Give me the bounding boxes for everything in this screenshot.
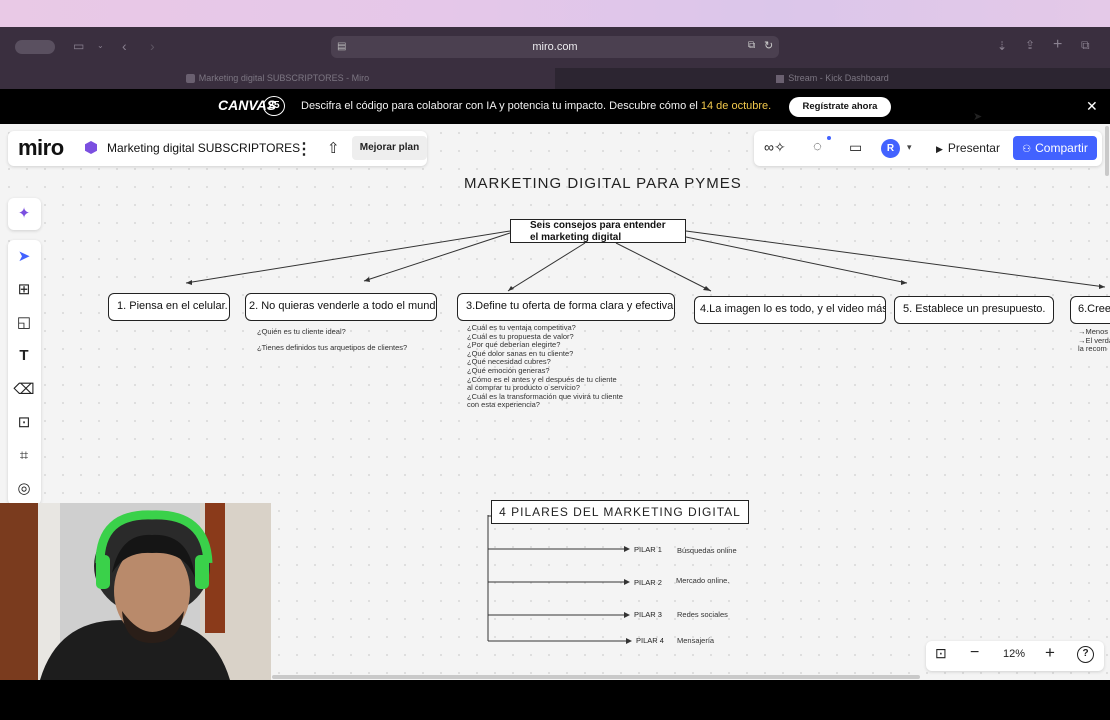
select-cursor-icon[interactable]: ➤ (13, 246, 35, 268)
mindmap-node-1[interactable]: 1. Piensa en el celular. (108, 293, 230, 321)
text-tool-icon[interactable]: T (13, 345, 35, 367)
banner-message: Descifra el código para colaborar con IA… (301, 100, 701, 112)
play-icon: ▶ (936, 144, 943, 154)
screen: ▭ ⌄ ‹ › ▤ miro.com ⧉ ↻ ⇣ ⇪ + ⧉ Marketing… (0, 0, 1110, 720)
tab-label: Marketing digital SUBSCRIPTORES - Miro (198, 73, 370, 83)
users-icon: ⚇ (1022, 144, 1032, 155)
miro-favicon-icon (185, 74, 195, 84)
mindmap-node-3[interactable]: 3.Define tu oferta de forma clara y efec… (457, 293, 675, 321)
canvas-badge: 25 (263, 96, 285, 116)
mindmap-node-6[interactable]: 6.Cree (1070, 296, 1110, 324)
pilar-2-label[interactable]: PILAR 2 (634, 578, 662, 587)
mindmap-node-5[interactable]: 5. Establece un presupuesto. (894, 296, 1054, 324)
url-text: miro.com (532, 41, 578, 53)
node6-notes[interactable]: →Menos →El verda la recom (1078, 328, 1110, 354)
mindmap-node-2[interactable]: 2. No quieras venderle a todo el mundo. (245, 293, 437, 321)
note: la recom (1078, 344, 1107, 354)
node3-questions[interactable]: ¿Cuál es tu ventaja competitiva? ¿Cuál e… (467, 323, 623, 410)
export-icon[interactable]: ⇧ (327, 139, 340, 157)
pilar-1-desc[interactable]: Búsquedas online (677, 546, 737, 555)
pilar-4-desc[interactable]: Mensajería (677, 636, 714, 645)
apps-icon[interactable]: ◎ (13, 478, 35, 500)
reload-icon[interactable]: ↻ (764, 39, 773, 52)
banner-text: Descifra el código para colaborar con IA… (301, 100, 771, 112)
fit-to-screen-icon[interactable]: ⊡ (935, 645, 947, 662)
present-button[interactable]: ▶ Presentar (928, 136, 1008, 160)
tab-overview-icon[interactable]: ⧉ (748, 40, 755, 51)
board-name[interactable]: Marketing digital SUBSCRIPTORES (107, 141, 300, 155)
tabs-icon[interactable]: ⧉ (1081, 38, 1090, 53)
mindmap-root-node[interactable]: Seis consejos para entender el marketing… (510, 219, 686, 243)
tab-bar: Marketing digital SUBSCRIPTORES - Miro S… (0, 68, 1110, 89)
notification-dot (827, 136, 831, 140)
new-tab-icon[interactable]: + (1053, 36, 1062, 54)
video-call-icon[interactable]: ▭ (849, 139, 862, 156)
user-avatar[interactable]: R (881, 139, 900, 158)
sticky-note-icon[interactable]: ◱ (13, 312, 35, 334)
sidebar-icon[interactable]: ▭ (73, 39, 84, 53)
zoom-out-icon[interactable]: − (970, 644, 979, 662)
mindmap-node-4[interactable]: 4.La imagen lo es todo, y el video más. (694, 296, 886, 324)
pillars-title[interactable]: 4 PILARES DEL MARKETING DIGITAL (491, 500, 749, 524)
node2-question-2[interactable]: ¿Tienes definidos tus arquetipos de clie… (257, 343, 407, 353)
templates-icon[interactable]: ⊞ (13, 279, 35, 301)
webcam-overlay (0, 503, 271, 680)
miro-logo[interactable]: miro (18, 135, 64, 161)
share-label: Compartir (1035, 141, 1088, 155)
zoom-level[interactable]: 12% (1003, 648, 1025, 660)
kick-favicon-icon (776, 74, 785, 83)
address-bar[interactable]: ▤ miro.com ⧉ ↻ (331, 36, 779, 58)
horizontal-scrollbar[interactable] (272, 675, 920, 679)
present-label: Presentar (947, 141, 1000, 155)
banner-date: 14 de octubre. (700, 100, 772, 112)
download-icon[interactable]: ⇣ (997, 39, 1007, 53)
chat-icon[interactable]: ◌ (813, 138, 822, 155)
back-icon[interactable]: ‹ (122, 38, 127, 54)
chevron-down-icon[interactable]: ⌄ (97, 41, 104, 50)
shapes-icon[interactable]: ⊡ (13, 412, 35, 434)
question: con esta experiencia? (467, 400, 540, 410)
root-line-1: Seis consejos para entender (530, 220, 666, 231)
tab-label: Stream - Kick Dashboard (788, 73, 889, 83)
window-controls[interactable] (15, 40, 55, 54)
screen-bottom (0, 680, 1110, 720)
eraser-icon[interactable]: ⌫ (13, 379, 35, 401)
vertical-scrollbar[interactable] (1105, 126, 1109, 176)
mouse-cursor-icon: ➤ (973, 111, 983, 123)
help-icon[interactable]: ? (1077, 646, 1094, 663)
pilar-3-desc[interactable]: Redes sociales (677, 610, 728, 619)
pilar-1-label[interactable]: PILAR 1 (634, 545, 662, 554)
zoom-in-icon[interactable]: + (1045, 643, 1055, 663)
ai-sparkle-icon[interactable]: ✦ (13, 203, 35, 225)
webcam-feed (0, 503, 271, 680)
tab-kick[interactable]: Stream - Kick Dashboard (555, 68, 1110, 89)
forward-icon[interactable]: › (150, 38, 155, 54)
register-button[interactable]: Regístrate ahora (789, 97, 891, 117)
root-line-2: el marketing digital (530, 232, 622, 243)
pilar-2-desc[interactable]: Mercado online. (676, 576, 729, 585)
frame-icon[interactable]: ⌗ (13, 445, 35, 467)
banner-close-icon[interactable]: ✕ (1086, 98, 1098, 115)
chevron-down-icon[interactable]: ▾ (907, 142, 912, 153)
share-icon[interactable]: ⇪ (1025, 38, 1035, 52)
board-title[interactable]: MARKETING DIGITAL PARA PYMES (464, 175, 742, 192)
reactions-icon[interactable]: ∞✧ (764, 139, 786, 156)
pilar-4-label[interactable]: PILAR 4 (636, 636, 664, 645)
node2-question-1[interactable]: ¿Quién es tu cliente ideal? (257, 327, 346, 337)
upgrade-plan-button[interactable]: Mejorar plan (352, 136, 427, 160)
mac-menubar (0, 0, 1110, 27)
pilar-3-label[interactable]: PILAR 3 (634, 610, 662, 619)
share-button[interactable]: ⚇ Compartir (1013, 136, 1097, 160)
tab-miro[interactable]: Marketing digital SUBSCRIPTORES - Miro (0, 68, 555, 89)
more-options-icon[interactable]: ⋮ (296, 139, 312, 159)
